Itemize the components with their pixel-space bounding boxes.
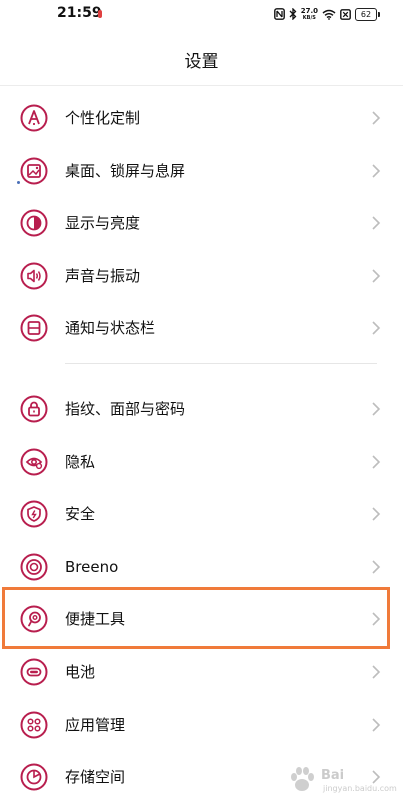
notification-badge: [98, 10, 102, 18]
item-label: 存储空间: [65, 768, 126, 787]
group-divider: [0, 355, 403, 383]
header-divider: [0, 85, 403, 86]
chevron-right-icon: [372, 111, 381, 125]
sound-icon: [20, 262, 48, 290]
item-label: 个性化定制: [65, 109, 141, 127]
settings-item-notifications[interactable]: 通知与状态栏: [0, 302, 403, 355]
settings-item-battery[interactable]: 电池: [0, 646, 403, 699]
item-label: 指纹、面部与密码: [65, 399, 186, 418]
wifi-icon: [322, 9, 336, 20]
breeno-icon: [20, 553, 48, 581]
settings-item-breeno[interactable]: Breeno: [0, 541, 403, 594]
battery-icon: [20, 658, 48, 686]
page-title: 设置: [184, 52, 219, 72]
chevron-right-icon: [372, 612, 381, 626]
status-time: 21:59: [57, 5, 102, 21]
settings-item-convenience-tools[interactable]: 便捷工具: [0, 593, 403, 646]
chevron-right-icon: [372, 717, 381, 732]
settings-item-security[interactable]: 安全: [0, 488, 403, 541]
item-label: 电池: [65, 662, 96, 681]
chevron-right-icon: [372, 560, 381, 574]
paw-logo-icon: [291, 767, 314, 791]
bluetooth-icon: [289, 8, 297, 20]
chevron-right-icon: [372, 164, 381, 178]
chevron-right-icon: [372, 665, 381, 679]
settings-list: 个性化定制 桌面、锁屏与息屏 显示与亮度 声音与振动 通知与状态栏 指纹、面部与…: [0, 92, 403, 804]
chevron-right-icon: [372, 507, 381, 521]
personalization-icon: [20, 104, 48, 132]
settings-item-sound[interactable]: 声音与振动: [0, 250, 403, 303]
item-label: 桌面、锁屏与息屏: [65, 161, 186, 180]
watermark-subtext: jingyan.baidu.com: [323, 784, 397, 793]
item-label: 应用管理: [65, 715, 126, 734]
convenience-tools-icon: [20, 605, 48, 633]
item-label: 隐私: [65, 452, 96, 471]
privacy-eye-icon: [20, 448, 48, 476]
settings-item-biometrics[interactable]: 指纹、面部与密码: [0, 383, 403, 436]
chevron-right-icon: [372, 321, 381, 335]
security-shield-icon: [20, 500, 48, 528]
status-icons: 27.0 KB/S 62: [273, 6, 380, 22]
storage-icon: [20, 763, 48, 791]
sim-icon: [340, 8, 351, 20]
item-label: Breeno: [65, 557, 119, 576]
chevron-right-icon: [372, 454, 381, 469]
settings-item-wallpaper[interactable]: 桌面、锁屏与息屏: [0, 145, 403, 198]
chevron-right-icon: [372, 402, 381, 416]
settings-item-privacy[interactable]: 隐私: [0, 436, 403, 489]
item-label: 显示与亮度: [65, 214, 141, 233]
item-label: 安全: [65, 505, 96, 524]
watermark: Bai jingyan.baidu.com: [287, 762, 397, 798]
nfc-icon: [273, 8, 285, 20]
item-label: 通知与状态栏: [65, 319, 156, 338]
display-brightness-icon: [20, 209, 48, 237]
notification-icon: [20, 314, 48, 342]
item-label: 便捷工具: [65, 610, 126, 629]
net-speed: 27.0 KB/S: [300, 6, 318, 21]
status-bar: 21:59 27.0 KB/S 62: [0, 0, 403, 30]
lock-icon: [20, 395, 48, 423]
settings-item-app-management[interactable]: 应用管理: [0, 699, 403, 752]
header: 设置: [0, 40, 403, 84]
wallpaper-icon: [20, 157, 48, 185]
app-management-icon: [20, 711, 48, 739]
settings-item-display[interactable]: 显示与亮度: [0, 197, 403, 250]
chevron-right-icon: [372, 216, 381, 230]
battery-indicator: 62: [355, 7, 380, 21]
settings-item-personalization[interactable]: 个性化定制: [0, 92, 403, 145]
chevron-right-icon: [372, 269, 381, 283]
watermark-text: Bai: [321, 768, 345, 783]
item-label: 声音与振动: [65, 266, 141, 285]
